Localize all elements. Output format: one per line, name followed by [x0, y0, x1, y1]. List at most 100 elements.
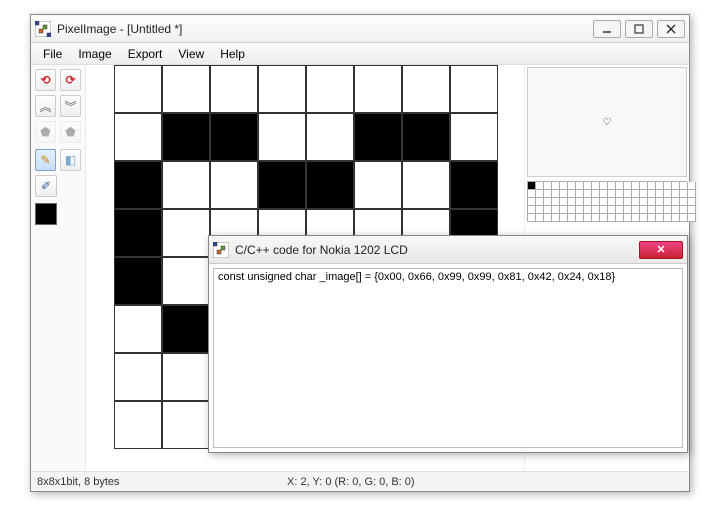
- mini-cell[interactable]: [568, 206, 576, 214]
- maximize-button[interactable]: [625, 20, 653, 38]
- mini-cell[interactable]: [600, 214, 608, 222]
- pixel-cell[interactable]: [306, 113, 354, 161]
- mini-cell[interactable]: [656, 214, 664, 222]
- pixel-cell[interactable]: [210, 161, 258, 209]
- close-button[interactable]: [657, 20, 685, 38]
- mini-cell[interactable]: [632, 206, 640, 214]
- redo-button[interactable]: ⟳: [60, 69, 81, 91]
- mini-cell[interactable]: [536, 206, 544, 214]
- mini-cell[interactable]: [640, 206, 648, 214]
- mini-cell[interactable]: [536, 190, 544, 198]
- mini-cell[interactable]: [584, 214, 592, 222]
- pixel-cell[interactable]: [162, 305, 210, 353]
- pixel-cell[interactable]: [114, 209, 162, 257]
- mini-cell[interactable]: [576, 206, 584, 214]
- pixel-cell[interactable]: [162, 353, 210, 401]
- mini-cell[interactable]: [656, 198, 664, 206]
- pixel-cell[interactable]: [450, 65, 498, 113]
- mini-cell[interactable]: [600, 206, 608, 214]
- mini-cell[interactable]: [680, 182, 688, 190]
- pixel-cell[interactable]: [162, 401, 210, 449]
- mini-cell[interactable]: [632, 182, 640, 190]
- pixel-cell[interactable]: [114, 257, 162, 305]
- minimize-button[interactable]: [593, 20, 621, 38]
- mini-cell[interactable]: [536, 214, 544, 222]
- mini-cell[interactable]: [688, 182, 696, 190]
- pixel-cell[interactable]: [162, 209, 210, 257]
- mini-cell[interactable]: [672, 214, 680, 222]
- mini-cell[interactable]: [600, 190, 608, 198]
- mini-cell[interactable]: [528, 190, 536, 198]
- mini-cell[interactable]: [528, 214, 536, 222]
- pencil-button[interactable]: ✎: [35, 149, 56, 171]
- mini-cell[interactable]: [688, 198, 696, 206]
- pixel-cell[interactable]: [114, 305, 162, 353]
- mini-cell[interactable]: [672, 182, 680, 190]
- mini-cell[interactable]: [680, 206, 688, 214]
- mini-cell[interactable]: [664, 206, 672, 214]
- mini-cell[interactable]: [624, 198, 632, 206]
- move-down-button[interactable]: ︾: [60, 95, 81, 117]
- pixel-cell[interactable]: [450, 161, 498, 209]
- color-swatch[interactable]: [35, 203, 57, 225]
- mini-cell[interactable]: [552, 198, 560, 206]
- mini-cell[interactable]: [608, 182, 616, 190]
- mini-cell[interactable]: [640, 182, 648, 190]
- mini-cell[interactable]: [624, 206, 632, 214]
- menu-help[interactable]: Help: [212, 45, 253, 63]
- pixel-cell[interactable]: [114, 113, 162, 161]
- mini-cell[interactable]: [656, 206, 664, 214]
- mini-cell[interactable]: [656, 182, 664, 190]
- mini-cell[interactable]: [672, 206, 680, 214]
- mini-cell[interactable]: [592, 206, 600, 214]
- pixel-cell[interactable]: [162, 161, 210, 209]
- mini-cell[interactable]: [664, 182, 672, 190]
- mini-cell[interactable]: [624, 182, 632, 190]
- mini-cell[interactable]: [544, 206, 552, 214]
- menu-view[interactable]: View: [170, 45, 212, 63]
- mini-cell[interactable]: [680, 214, 688, 222]
- eraser-button[interactable]: ◧: [60, 149, 81, 171]
- mini-cell[interactable]: [688, 206, 696, 214]
- move-up-button[interactable]: ︽: [35, 95, 56, 117]
- menu-image[interactable]: Image: [70, 45, 119, 63]
- mini-cell[interactable]: [528, 182, 536, 190]
- pixel-cell[interactable]: [450, 113, 498, 161]
- mini-cell[interactable]: [528, 206, 536, 214]
- mini-cell[interactable]: [552, 206, 560, 214]
- mini-cell[interactable]: [616, 182, 624, 190]
- mini-cell[interactable]: [552, 182, 560, 190]
- mini-cell[interactable]: [664, 198, 672, 206]
- pixel-cell[interactable]: [114, 401, 162, 449]
- pixel-cell[interactable]: [114, 161, 162, 209]
- mini-cell[interactable]: [632, 214, 640, 222]
- mini-cell[interactable]: [664, 214, 672, 222]
- mini-cell[interactable]: [664, 190, 672, 198]
- mini-cell[interactable]: [608, 198, 616, 206]
- mini-cell[interactable]: [680, 190, 688, 198]
- mini-cell[interactable]: [584, 182, 592, 190]
- mini-cell[interactable]: [616, 206, 624, 214]
- mini-cell[interactable]: [592, 182, 600, 190]
- mini-cell[interactable]: [568, 198, 576, 206]
- mini-cell[interactable]: [672, 198, 680, 206]
- menu-file[interactable]: File: [35, 45, 70, 63]
- mini-cell[interactable]: [648, 206, 656, 214]
- mini-cell[interactable]: [544, 214, 552, 222]
- mini-cell[interactable]: [544, 190, 552, 198]
- pixel-cell[interactable]: [258, 113, 306, 161]
- mini-cell[interactable]: [624, 214, 632, 222]
- mini-cell[interactable]: [584, 190, 592, 198]
- pixel-cell[interactable]: [306, 65, 354, 113]
- mini-cell[interactable]: [568, 214, 576, 222]
- pixel-cell[interactable]: [210, 113, 258, 161]
- mini-cell[interactable]: [560, 190, 568, 198]
- mini-cell[interactable]: [648, 198, 656, 206]
- mini-cell[interactable]: [624, 190, 632, 198]
- mini-cell[interactable]: [592, 214, 600, 222]
- menu-export[interactable]: Export: [120, 45, 171, 63]
- mini-cell[interactable]: [600, 182, 608, 190]
- mini-cell[interactable]: [536, 182, 544, 190]
- mini-cell[interactable]: [688, 190, 696, 198]
- mini-cell[interactable]: [560, 198, 568, 206]
